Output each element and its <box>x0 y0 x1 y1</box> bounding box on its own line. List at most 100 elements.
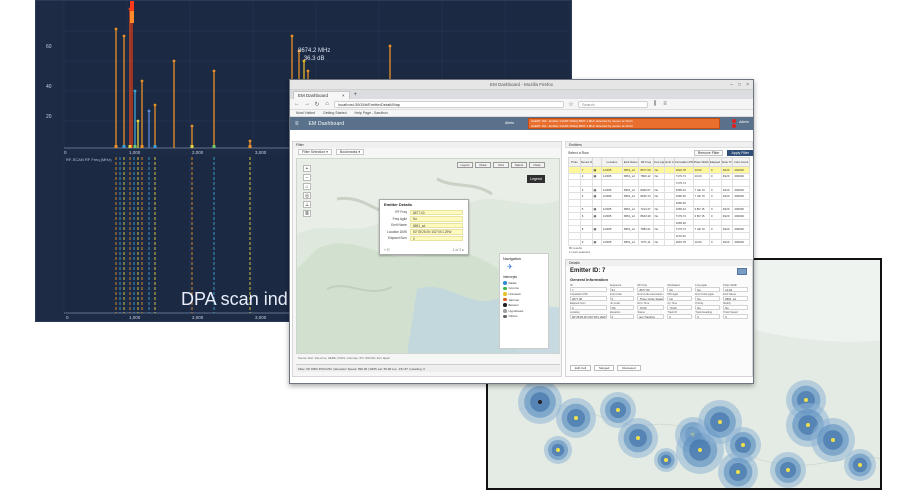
emitter-point[interactable] <box>736 470 740 474</box>
column-header[interactable] <box>591 157 602 167</box>
maximize-icon[interactable]: □ <box>738 80 741 90</box>
reviewed-button[interactable]: Reviewed <box>617 365 641 371</box>
column-header[interactable]: Freq Agile <box>652 157 666 167</box>
column-header[interactable]: Location <box>600 157 624 167</box>
map-select-button[interactable]: Select <box>511 162 527 168</box>
map-draw-button[interactable]: Draw <box>475 162 491 168</box>
legend-item[interactable]: Others <box>503 314 545 320</box>
search-input[interactable]: Search <box>578 100 648 108</box>
column-header[interactable]: Elapsed Count <box>708 157 722 167</box>
close-icon[interactable]: × <box>746 80 749 90</box>
table-row[interactable]: 9 ▦ 1/2005 8651_sd 7271.11 No 2016.78 10.00 0 D12… <box>568 238 750 247</box>
popup-pager[interactable]: 1 of 2 ▸ <box>453 248 465 252</box>
popup-field-value[interactable]: 0 <box>410 235 463 241</box>
column-header[interactable]: Correlation PRI <box>673 157 694 167</box>
row-checkbox[interactable] <box>568 166 581 174</box>
column-header[interactable]: Emit Code <box>664 157 675 167</box>
emitter-point[interactable] <box>786 468 790 472</box>
detail-field-value[interactable]: 7 <box>570 287 607 292</box>
row-checkbox[interactable] <box>568 198 581 207</box>
emitter-point[interactable] <box>574 416 578 420</box>
detail-field-value[interactable]: No <box>667 287 693 292</box>
detail-field-value[interactable]: 0 <box>667 314 693 319</box>
detail-field-value[interactable]: NS <box>609 305 635 310</box>
edit-cell-button[interactable]: Edit Cell <box>570 365 592 371</box>
emitter-point[interactable] <box>616 408 620 412</box>
detail-field-value[interactable]: No <box>695 305 721 310</box>
row-checkbox[interactable] <box>568 179 581 187</box>
detail-field-value[interactable]: 0 <box>609 296 635 301</box>
alert-banner[interactable]: ALERT 160 - Emitter 14ADF FREQ 8607.1 MH… <box>528 118 720 129</box>
hamburger-menu-icon[interactable]: ≡ <box>295 121 299 127</box>
row-checkbox[interactable] <box>568 225 581 233</box>
home-icon[interactable]: ⌂ <box>324 101 330 107</box>
library-icon[interactable]: ⫼ <box>652 101 658 108</box>
popup-field-value[interactable]: 8677.00 <box>410 209 463 215</box>
new-tab-button[interactable]: + <box>350 91 362 99</box>
detail-field-value[interactable]: 0 <box>609 314 635 319</box>
home-extent-icon[interactable]: ⌂ <box>303 183 311 190</box>
column-header[interactable]: Sensor ID <box>579 157 593 167</box>
popup-field-value[interactable]: No <box>410 216 463 222</box>
table-row[interactable]: 1665.30 <box>568 218 750 227</box>
detail-field-value[interactable]: Ext Tracking <box>637 314 665 319</box>
remove-filter-button[interactable]: Remove Filter <box>693 149 724 156</box>
row-checkbox[interactable] <box>568 231 581 240</box>
emitter-point[interactable] <box>538 400 542 404</box>
detail-field-value[interactable]: 0 <box>695 314 721 319</box>
measure-icon[interactable]: ⟂ <box>303 201 311 208</box>
layers-icon[interactable]: ≣ <box>303 210 311 217</box>
emitter-point[interactable] <box>741 443 745 447</box>
detail-field-value[interactable]: 10.02 <box>723 287 748 292</box>
popup-field-value[interactable]: 60°35'25.0N 152°04'1.29W <box>410 229 463 235</box>
minimize-icon[interactable]: – <box>730 80 733 90</box>
emitters-header[interactable]: Emitters <box>565 141 753 148</box>
zoom-out-button[interactable]: − <box>303 174 311 181</box>
row-checkbox[interactable] <box>568 238 581 247</box>
filter-selection-dropdown[interactable]: Filter Selection ▾ <box>298 149 332 155</box>
table-row[interactable]: 2 ▦ 1/2005 8651_sd 7800.12 No 7179.74 10.00 0 D12… <box>568 172 750 181</box>
detail-field-value[interactable]: 2677.00 <box>570 296 607 301</box>
column-header[interactable]: Proto <box>568 157 581 167</box>
map-layers-button[interactable]: Layers <box>457 162 473 168</box>
details-collapse-button[interactable] <box>737 268 747 275</box>
emitter-point[interactable] <box>806 423 810 427</box>
table-row[interactable]: 4 ▦ 1/2005 8651_sd 8630.74 No 1665.30 7 UE 70 0 D… <box>568 192 750 200</box>
emitter-point[interactable] <box>718 420 722 424</box>
table-row[interactable]: 1179.40 <box>568 231 750 240</box>
table-row[interactable]: 6 ▦ 1/2005 8651_sd 8643.39 No 7179.74 3 BV 15 0 D… <box>568 212 750 220</box>
column-header[interactable]: Inter-Count <box>732 157 750 167</box>
bookmark-star-icon[interactable]: ☆ <box>568 101 574 108</box>
detail-field-value[interactable]: 60°35'25.0N 152°04'1.29W <box>570 314 607 319</box>
bookmark-help-page[interactable]: Help Page - Sandbox <box>355 110 388 116</box>
back-icon[interactable]: ← <box>294 101 300 107</box>
bookmark-most-visited[interactable]: Most Visited <box>296 110 315 116</box>
emitter-point[interactable] <box>556 448 560 452</box>
detail-field-value[interactable]: 61 <box>609 287 635 292</box>
apply-filter-button[interactable]: Apply Filter <box>727 149 753 156</box>
zoom-in-button[interactable]: + <box>303 165 311 172</box>
detail-field-value[interactable]: No <box>695 296 721 301</box>
emitter-point[interactable] <box>698 448 702 452</box>
detail-field-value[interactable]: No <box>695 287 721 292</box>
locate-icon[interactable]: ◎ <box>303 192 311 199</box>
row-checkbox[interactable] <box>568 185 581 194</box>
emitter-point[interactable] <box>664 458 668 462</box>
column-header[interactable]: Pulse Width <box>692 157 710 167</box>
merged-button[interactable]: Merged <box>594 365 615 371</box>
row-checkbox[interactable] <box>568 212 581 220</box>
table-row[interactable]: 1665.30 <box>568 198 750 207</box>
emitter-point[interactable] <box>636 436 640 440</box>
table-row-selected[interactable]: 7 ▦ 1/2005 8651_sd 8677.00 No 2016.78 10.02 0 D12… <box>568 166 750 174</box>
row-checkbox[interactable] <box>568 172 581 181</box>
emitter-point[interactable] <box>858 463 862 467</box>
detail-field-value[interactable]: No <box>723 305 748 310</box>
tab-em-dashboard[interactable]: EM Dashboard × <box>293 91 350 99</box>
table-row[interactable]: 8 ▦ 1/2005 8651_sd 7884.21 No 7179.74 7 UE 70 0 D… <box>568 225 750 233</box>
detail-field-value[interactable]: 70.00 <box>637 305 665 310</box>
detail-field-value[interactable]: No <box>667 296 693 301</box>
bookmarks-dropdown[interactable]: Bookmarks ▾ <box>335 149 365 155</box>
emitter-map[interactable]: + − ⌂ ◎ ⟂ ≣ Layers Draw Grid Select Clea… <box>296 158 560 354</box>
row-checkbox[interactable] <box>568 218 581 227</box>
reload-icon[interactable]: ↻ <box>314 101 320 108</box>
